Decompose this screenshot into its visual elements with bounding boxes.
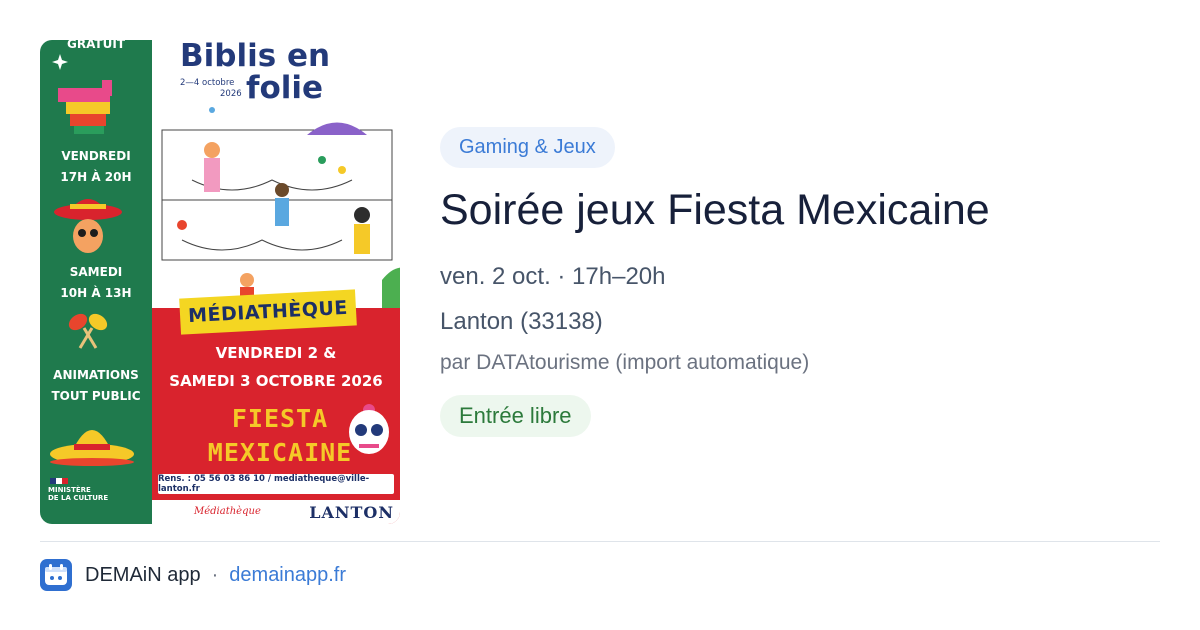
footer-separator: · — [211, 563, 219, 586]
app-domain-link[interactable]: demainapp.fr — [229, 564, 346, 587]
event-date: ven. 2 oct. · 17h–20h — [440, 263, 666, 290]
sombrero-skull-icon — [54, 199, 122, 253]
event-source: par DATAtourisme (import automatique) — [440, 351, 810, 374]
poster-contact: Rens. : 05 56 03 86 10 / mediatheque@vil… — [158, 474, 394, 494]
event-title: Soirée jeux Fiesta Mexicaine — [440, 186, 990, 234]
category-badge[interactable]: Gaming & Jeux — [440, 127, 615, 168]
app-name: DEMAiN app — [85, 563, 201, 586]
star-icon — [52, 54, 68, 70]
marianne-logo-icon — [50, 478, 68, 484]
poster-lanton-logo: LANTON — [309, 503, 394, 522]
footer-divider — [40, 541, 1160, 542]
poster-illustration — [161, 107, 400, 308]
poster-left-decorations — [50, 54, 134, 484]
app-logo-icon — [40, 559, 72, 591]
footer: DEMAiN app · demainapp.fr — [40, 558, 346, 592]
sombrero-icon — [50, 430, 134, 466]
event-poster: GRATUIT VENDREDI 17H À 20H SAMEDI 10H À … — [40, 40, 400, 524]
price-badge: Entrée libre — [440, 395, 591, 437]
event-location: Lanton (33138) — [440, 308, 603, 335]
poster-mediatheque-logo: Médiathèque — [194, 506, 261, 517]
pinata-icon — [58, 80, 112, 134]
skull-icon — [349, 404, 389, 454]
poster-footer-strip: Médiathèque LANTON — [152, 500, 400, 524]
maracas-icon — [68, 313, 108, 349]
poster-dates-line2: SAMEDI 3 OCTOBRE 2026 — [169, 372, 383, 390]
poster-dates-line1: VENDREDI 2 & — [215, 344, 337, 362]
